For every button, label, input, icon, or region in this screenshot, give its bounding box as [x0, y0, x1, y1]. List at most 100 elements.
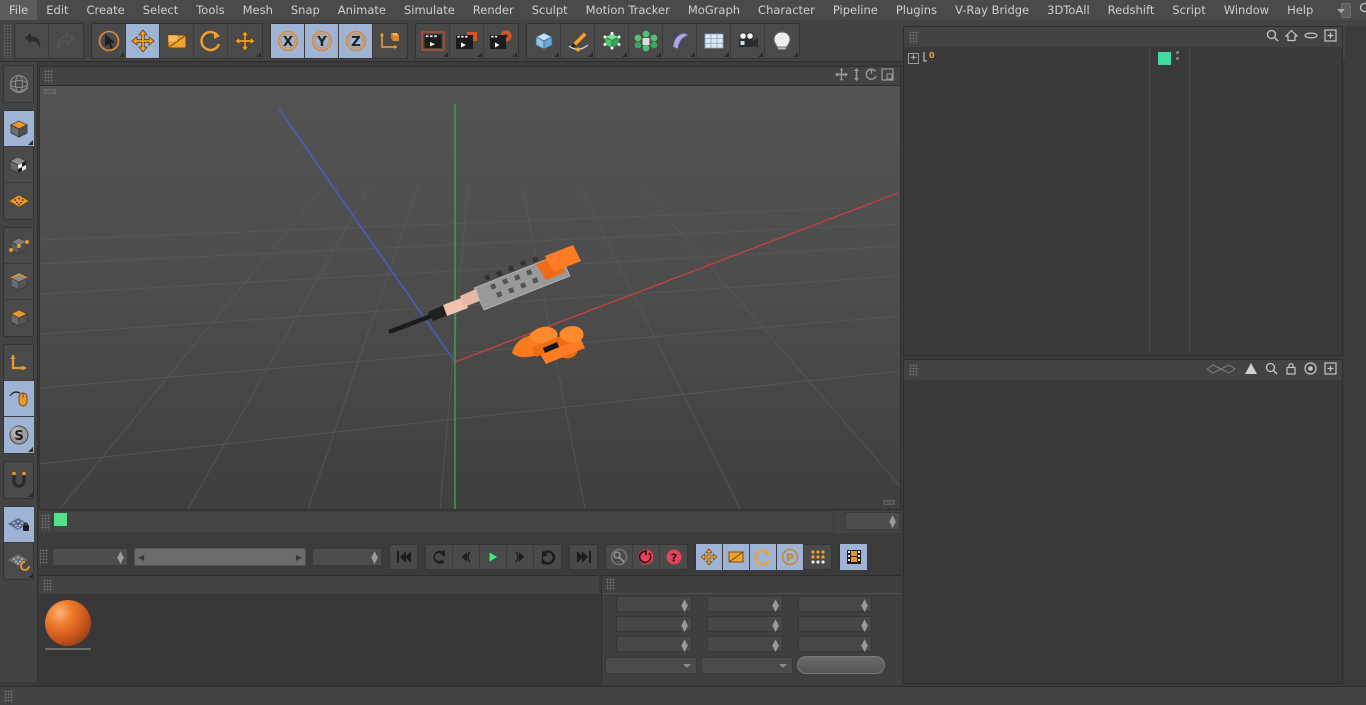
coordinate-space-dropdown[interactable] [605, 656, 697, 674]
add-spline-button[interactable] [561, 23, 595, 58]
record-parameter-button[interactable]: P [777, 544, 804, 570]
history-icon[interactable] [1205, 363, 1237, 378]
current-frame-marker[interactable] [54, 513, 67, 526]
spinner-icon[interactable]: ▲ ▼ [861, 619, 868, 634]
preview-range-bar[interactable]: ◀ ▶ [134, 548, 306, 566]
material-menu-grip[interactable] [43, 578, 52, 592]
add-deformer-button[interactable] [663, 23, 697, 58]
spinner-icon[interactable]: ▲ ▼ [772, 599, 779, 614]
undo-view-button[interactable] [4, 66, 34, 102]
redo-button[interactable] [49, 24, 83, 58]
fit-icon[interactable] [1324, 362, 1337, 378]
undo-button[interactable] [15, 23, 49, 58]
position-z-field[interactable]: ▲ ▼ [616, 636, 692, 654]
zoom-icon[interactable] [851, 68, 862, 84]
go-to-start-button[interactable] [390, 544, 417, 570]
polygons-mode-button[interactable] [4, 300, 34, 336]
render-settings-button[interactable] [484, 24, 518, 58]
attribute-content-area[interactable] [904, 380, 1342, 683]
attribute-manager-grip[interactable] [909, 363, 918, 377]
object-visibility-dots[interactable] [1176, 51, 1181, 65]
arrow-up-icon[interactable] [1244, 362, 1258, 378]
start-frame-field[interactable]: ▲ ▼ [52, 548, 128, 566]
perspective-viewport[interactable]: Y X Z [40, 86, 900, 509]
menu-item-pipeline[interactable]: Pipeline [824, 0, 887, 20]
expand-icon[interactable]: + [908, 52, 919, 64]
render-region-button[interactable] [450, 23, 484, 58]
menu-item-tools[interactable]: Tools [187, 0, 233, 20]
move-tool[interactable] [126, 23, 160, 58]
object-manager-grip[interactable] [909, 30, 918, 44]
home-icon[interactable] [1284, 29, 1299, 45]
timeline-grip[interactable] [41, 514, 50, 530]
texture-mode-button[interactable] [4, 147, 34, 183]
menu-item-redshift[interactable]: Redshift [1099, 0, 1164, 20]
menu-item-mograph[interactable]: MoGraph [679, 0, 749, 20]
render-view-button[interactable] [416, 23, 450, 58]
go-to-end-button[interactable] [570, 544, 597, 570]
record-scale-button[interactable] [723, 544, 750, 570]
viewport-menu-grip[interactable] [44, 69, 53, 83]
lock-y-axis-button[interactable]: Y [305, 23, 339, 58]
add-cube-button[interactable] [527, 23, 561, 58]
target-icon[interactable] [1304, 362, 1317, 378]
coordinates-grip[interactable] [606, 578, 615, 591]
menu-item-snap[interactable]: Snap [282, 0, 329, 20]
material-list[interactable] [39, 594, 599, 686]
workplane-mode-button[interactable] [4, 183, 34, 219]
maximize-icon[interactable] [881, 68, 894, 84]
position-x-field[interactable]: ▲ ▼ [616, 596, 692, 614]
autokeying-button[interactable] [606, 544, 633, 570]
spinner-icon[interactable]: ▲ ▼ [861, 639, 868, 654]
menu-item-plugins[interactable]: Plugins [887, 0, 946, 20]
spinner-icon[interactable]: ▲ ▼ [681, 639, 688, 654]
rotation-y-field[interactable]: ▲ ▼ [798, 616, 872, 634]
loop-button[interactable] [534, 544, 561, 570]
timeline-ruler[interactable] [52, 511, 834, 533]
apply-button[interactable] [797, 656, 885, 674]
lock-x-axis-button[interactable]: X [271, 23, 305, 58]
record-rotation-button[interactable] [750, 544, 777, 570]
rotate-tool[interactable] [194, 23, 228, 58]
coordinate-mode-dropdown[interactable] [701, 656, 793, 674]
record-position-button[interactable] [696, 544, 723, 570]
menu-item-character[interactable]: Character [749, 0, 824, 20]
fit-icon[interactable] [1324, 29, 1337, 45]
menu-item-simulate[interactable]: Simulate [395, 0, 464, 20]
size-x-field[interactable]: ▲ ▼ [707, 596, 783, 614]
size-z-field[interactable]: ▲ ▼ [707, 636, 783, 654]
lock-z-axis-button[interactable]: Z [339, 23, 373, 58]
spinner-icon[interactable]: ▲ ▼ [772, 639, 779, 654]
magnet-tool-button[interactable] [4, 462, 34, 498]
edges-mode-button[interactable] [4, 264, 34, 300]
size-y-field[interactable]: ▲ ▼ [707, 616, 783, 634]
add-scene-button[interactable] [697, 23, 731, 58]
menu-item-render[interactable]: Render [464, 0, 523, 20]
toolbar-grip[interactable] [3, 23, 12, 58]
add-light-button[interactable] [765, 24, 799, 58]
step-back-button[interactable] [453, 544, 480, 570]
spinner-icon[interactable]: ▲ ▼ [681, 619, 688, 634]
spinner-icon[interactable]: ▲ ▼ [681, 599, 688, 614]
layout-dropdown[interactable] [1337, 2, 1352, 18]
enable-snapping-button[interactable] [4, 381, 34, 417]
menu-item-edit[interactable]: Edit [37, 0, 77, 20]
previous-keyframe-button[interactable] [426, 544, 453, 570]
ellipse-icon[interactable] [1304, 29, 1318, 45]
add-array-button[interactable] [629, 23, 663, 58]
record-active-objects-button[interactable] [633, 544, 660, 570]
keyframe-mode-button[interactable] [840, 544, 867, 570]
lock-icon[interactable] [1285, 362, 1297, 378]
range-right-arrow-icon[interactable]: ▶ [296, 553, 302, 562]
menu-item-window[interactable]: Window [1215, 0, 1278, 20]
menu-item-create[interactable]: Create [78, 0, 134, 20]
lock-workplane-button[interactable] [4, 507, 34, 543]
object-tag-swatch[interactable] [1158, 52, 1171, 65]
auto-keying-toggle-button[interactable]: ? [660, 544, 687, 570]
play-button[interactable] [480, 544, 507, 570]
menu-item-select[interactable]: Select [134, 0, 187, 20]
pan-icon[interactable] [835, 68, 848, 84]
menu-item-sculpt[interactable]: Sculpt [523, 0, 577, 20]
spinner-icon[interactable]: ▲ ▼ [772, 619, 779, 634]
menu-item-animate[interactable]: Animate [329, 0, 395, 20]
